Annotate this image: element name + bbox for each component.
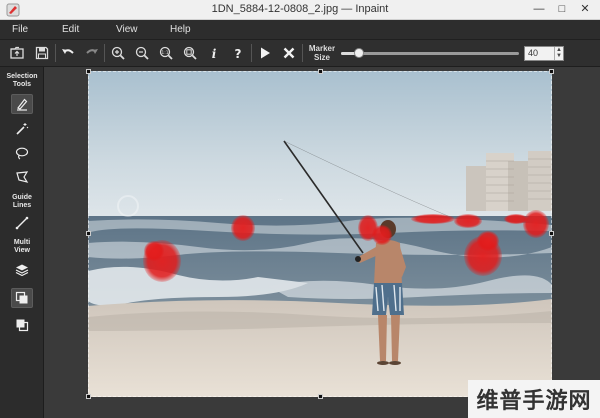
magic-wand-icon	[16, 123, 29, 135]
zoom-out-icon	[135, 46, 149, 60]
fit-button[interactable]	[180, 43, 200, 63]
svg-text:i: i	[212, 47, 217, 60]
marker-size-slider[interactable]	[341, 48, 519, 58]
copy-view-icon	[15, 291, 28, 304]
toolbar: 1:1 i ? Marker Size 40 ▲ ▼	[0, 40, 600, 67]
save-icon	[35, 46, 49, 60]
resize-handle-tl[interactable]	[86, 69, 91, 74]
left-sidebar: Selection Tools Guide Lines Multi View	[0, 67, 44, 418]
resize-handle-tr[interactable]	[549, 69, 554, 74]
line-icon	[15, 216, 29, 230]
polygon-lasso-icon	[16, 171, 29, 183]
site-watermark: 维普手游网	[468, 380, 600, 418]
layers-button[interactable]	[11, 260, 33, 280]
polygon-lasso-button[interactable]	[11, 167, 33, 187]
marker-size-stepper[interactable]: 40 ▲ ▼	[524, 46, 564, 61]
guide-lines-label: Guide Lines	[12, 194, 32, 209]
cancel-icon	[283, 47, 295, 59]
svg-text:?: ?	[235, 47, 242, 60]
actual-size-icon: 1:1	[159, 46, 173, 60]
save-button[interactable]	[32, 43, 52, 63]
stepper-arrows-icon[interactable]: ▲ ▼	[554, 47, 563, 60]
undo-icon	[62, 49, 74, 54]
redo-button[interactable]	[82, 43, 102, 63]
run-inpaint-button[interactable]	[255, 43, 275, 63]
undo-button[interactable]	[58, 43, 78, 63]
marker-size-label: Marker Size	[308, 44, 336, 62]
magic-wand-button[interactable]	[11, 119, 33, 139]
menu-help[interactable]: Help	[170, 24, 191, 35]
resize-handle-l[interactable]	[86, 231, 91, 236]
menu-file[interactable]: File	[12, 24, 28, 35]
marker-size-slider-thumb[interactable]	[354, 48, 364, 58]
open-button[interactable]	[7, 43, 27, 63]
single-view-button[interactable]	[11, 288, 33, 308]
lasso-icon	[15, 147, 29, 160]
resize-handle-r[interactable]	[549, 231, 554, 236]
info-icon: i	[212, 47, 217, 60]
help-button[interactable]: ?	[228, 43, 248, 63]
resize-handle-t[interactable]	[318, 69, 323, 74]
title-bar: 1DN_5884-12-0808_2.jpg — Inpaint — □ ✕	[0, 0, 600, 20]
marker-size-value: 40	[528, 48, 539, 58]
menu-bar: File Edit View Help	[0, 20, 600, 40]
maximize-button[interactable]: □	[553, 2, 571, 17]
run-icon	[261, 47, 270, 59]
info-button[interactable]: i	[204, 43, 224, 63]
svg-text:1:1: 1:1	[161, 50, 168, 56]
multi-view-label: Multi View	[13, 239, 31, 254]
menu-edit[interactable]: Edit	[62, 24, 79, 35]
zoom-out-button[interactable]	[132, 43, 152, 63]
split-view-icon	[16, 319, 29, 332]
lasso-tool-button[interactable]	[11, 143, 33, 163]
minimize-button[interactable]: —	[530, 2, 548, 17]
window-title: 1DN_5884-12-0808_2.jpg — Inpaint	[211, 3, 389, 15]
split-view-button[interactable]	[11, 315, 33, 335]
help-icon: ?	[235, 47, 242, 60]
zoom-in-button[interactable]	[108, 43, 128, 63]
resize-handle-bl[interactable]	[86, 394, 91, 399]
close-button[interactable]: ✕	[576, 2, 594, 17]
open-icon	[10, 46, 24, 59]
actual-size-button[interactable]: 1:1	[156, 43, 176, 63]
redo-icon	[86, 49, 98, 54]
fit-icon	[183, 46, 197, 60]
resize-handle-b[interactable]	[318, 394, 323, 399]
image-frame	[88, 71, 552, 397]
layers-icon	[15, 264, 29, 277]
marker-icon	[17, 98, 28, 111]
cancel-button[interactable]	[279, 43, 299, 63]
guide-line-button[interactable]	[11, 213, 33, 233]
zoom-in-icon	[111, 46, 125, 60]
marker-tool-button[interactable]	[11, 94, 33, 114]
menu-view[interactable]: View	[116, 24, 138, 35]
selection-tools-label: Selection Tools	[6, 73, 38, 88]
